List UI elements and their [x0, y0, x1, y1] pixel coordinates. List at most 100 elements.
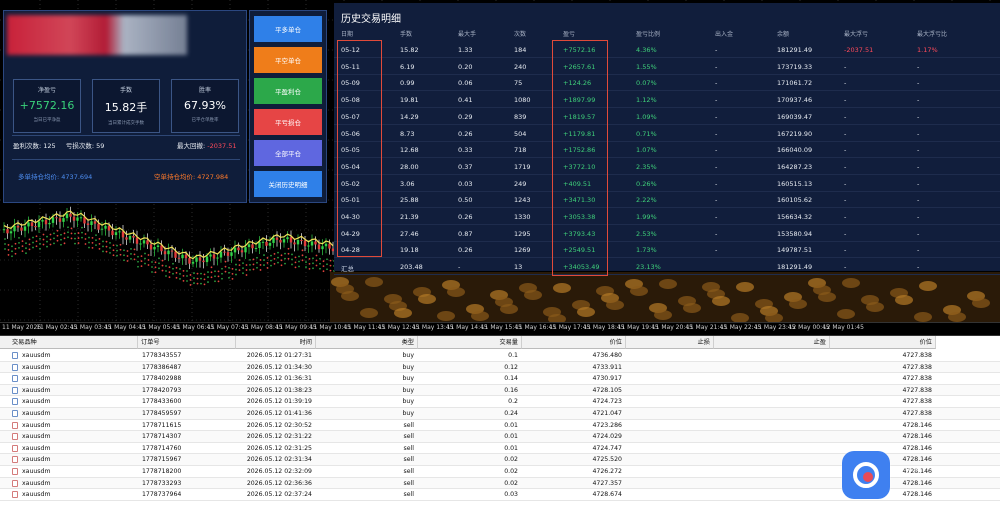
order-cell: 1778714307 — [142, 433, 182, 441]
history-row[interactable]: 05-06 8.73 0.26 504 +1179.81 0.71% -167219.90-… — [334, 126, 1000, 142]
history-row[interactable]: 04-30 21.39 0.26 1330 +3053.38 1.99% -156634.3… — [334, 209, 1000, 225]
history-cell: 1.73% — [636, 246, 657, 255]
history-row[interactable]: 05-11 6.19 0.20 240 +2657.61 1.55% -173719.33-… — [334, 59, 1000, 75]
order-cell: 4728.146 — [902, 433, 932, 441]
history-cell: - — [917, 146, 920, 155]
trade-marker — [196, 277, 199, 280]
orders-col-header[interactable]: 交易品种 — [0, 336, 138, 349]
history-cell: 160105.62 — [777, 196, 813, 205]
history-cell: -2037.51 — [844, 46, 874, 54]
orders-col-header[interactable]: 交易量 — [418, 336, 522, 349]
history-cell: 171061.72 — [777, 79, 813, 88]
close-short-button[interactable]: 平空单仓 — [254, 47, 322, 73]
trade-marker — [116, 254, 118, 257]
trade-marker — [32, 241, 34, 244]
candle-body — [125, 237, 128, 240]
orders-col-header[interactable]: 类型 — [316, 336, 418, 349]
history-row[interactable]: 05-04 28.00 0.37 1719 +3772.10 2.35% -164287.2… — [334, 159, 1000, 175]
candle-body — [310, 241, 314, 246]
candle-body — [205, 256, 209, 263]
history-cell: 19.18 — [400, 246, 419, 255]
order-row[interactable]: xauusdm 1778459597 2026.05.12 01:41:36 buy 0… — [0, 408, 1000, 420]
candle-body — [328, 243, 331, 249]
coin-decoration — [500, 304, 518, 314]
win-label: 盈利次数: — [13, 142, 42, 150]
order-cell: 1778343557 — [142, 352, 182, 359]
history-row[interactable]: 04-29 27.46 0.87 1295 +3793.43 2.53% -153580.9… — [334, 226, 1000, 242]
card-title: 胜率 — [198, 87, 211, 94]
history-row[interactable]: 05-02 3.06 0.03 249 +409.51 0.26% -160515.13- - — [334, 176, 1000, 192]
history-cell: 160515.13 — [777, 179, 813, 188]
trade-marker — [84, 238, 87, 240]
history-row[interactable]: 05-07 14.29 0.29 839 +1819.57 1.09% -169039.47… — [334, 109, 1000, 125]
orders-col-header[interactable]: 止盈 — [714, 336, 830, 349]
close-all-button[interactable]: 全部平仓 — [254, 140, 322, 166]
trade-marker — [193, 277, 195, 279]
trade-marker — [259, 264, 262, 266]
trade-marker — [25, 252, 27, 255]
close-history-button[interactable]: 关闭历史明细 — [254, 171, 322, 197]
order-row[interactable]: xauusdm 1778343557 2026.05.12 01:27:31 buy 0… — [0, 350, 1000, 362]
candle-body — [142, 240, 146, 244]
trade-marker — [140, 255, 143, 257]
trade-marker — [280, 264, 283, 267]
close-long-button[interactable]: 平多单仓 — [254, 16, 322, 42]
trade-marker — [18, 241, 20, 244]
candle-body — [149, 244, 153, 250]
drawdown-label: 最大回撤: — [177, 142, 206, 150]
trade-marker — [312, 267, 314, 270]
order-cell: 0.02 — [504, 468, 518, 475]
orders-col-header[interactable]: 订单号 — [138, 336, 236, 349]
history-col-header: 余额 — [777, 31, 790, 38]
candle-body — [209, 254, 212, 257]
trade-marker — [46, 235, 48, 238]
orders-col-header[interactable]: 时间 — [236, 336, 316, 349]
order-cell: 0.2 — [508, 398, 518, 406]
history-row[interactable]: 05-08 19.81 0.41 1080 +1897.99 1.12% -170937.4… — [334, 92, 1000, 109]
app-icon[interactable] — [842, 451, 890, 499]
candle-body — [272, 237, 275, 243]
order-row[interactable]: xauusdm 1778420793 2026.05.12 01:38:23 buy 0… — [0, 384, 1000, 397]
order-row[interactable]: xauusdm 1778402988 2026.05.12 01:36:31 buy 0… — [0, 373, 1000, 385]
orders-col-header[interactable]: 价位 — [522, 336, 626, 349]
history-cell: - — [715, 213, 718, 221]
close-loss-button[interactable]: 平亏损仓 — [254, 109, 322, 135]
trade-marker — [294, 256, 297, 259]
order-row[interactable]: xauusdm 1778714307 2026.05.12 02:31:22 sell… — [0, 431, 1000, 443]
candle-body — [261, 241, 265, 243]
orders-col-header[interactable]: 止损 — [626, 336, 714, 349]
trade-marker — [312, 262, 314, 265]
trade-marker — [259, 269, 262, 271]
order-cell: buy — [402, 363, 414, 371]
trade-marker — [228, 276, 230, 279]
history-row[interactable]: 05-12 15.82 1.33 184 +7572.16 4.36% -181291.49… — [334, 42, 1000, 58]
trade-marker — [84, 243, 87, 245]
history-cell: - — [844, 213, 847, 221]
history-total-row[interactable]: 汇总 203.48-13 +34053.49 23.13% 181291.49- - — [334, 259, 1000, 276]
history-row[interactable]: 05-09 0.99 0.06 75 +124.26 0.07% -171061.72- - — [334, 75, 1000, 92]
watermark: … — [898, 452, 921, 477]
candle-body — [244, 247, 247, 253]
trade-marker — [305, 266, 307, 268]
history-cell: 0.29 — [458, 112, 473, 121]
trade-marker — [67, 226, 69, 229]
history-cell: 167219.90 — [777, 129, 813, 138]
order-row[interactable]: xauusdm 1778386487 2026.05.12 01:34:30 buy 0… — [0, 361, 1000, 374]
close-profit-button[interactable]: 平盈利仓 — [254, 78, 322, 104]
history-row[interactable]: 05-05 12.68 0.33 718 +1752.86 1.07% -166040.09… — [334, 142, 1000, 159]
history-row[interactable]: 04-28 19.18 0.26 1269 +2549.51 1.73% -149787.5… — [334, 242, 1000, 259]
trade-marker — [56, 239, 59, 242]
order-cell: 0.01 — [504, 421, 518, 429]
candle-body — [223, 251, 226, 253]
order-row[interactable]: xauusdm 1778711615 2026.05.12 02:30:52 sell… — [0, 419, 1000, 432]
history-cell: 156634.32 — [777, 213, 813, 221]
history-row[interactable]: 05-01 25.88 0.50 1243 +3471.30 2.22% -160105.6… — [334, 192, 1000, 209]
trade-marker — [116, 249, 118, 252]
candle-body — [184, 254, 188, 259]
orders-col-header[interactable]: 价位 — [830, 336, 936, 349]
history-cell: 184 — [514, 46, 527, 54]
trade-marker — [294, 261, 297, 264]
candle-body — [72, 216, 76, 221]
trade-marker — [221, 267, 223, 270]
order-row[interactable]: xauusdm 1778433600 2026.05.12 01:39:19 buy 0… — [0, 396, 1000, 408]
